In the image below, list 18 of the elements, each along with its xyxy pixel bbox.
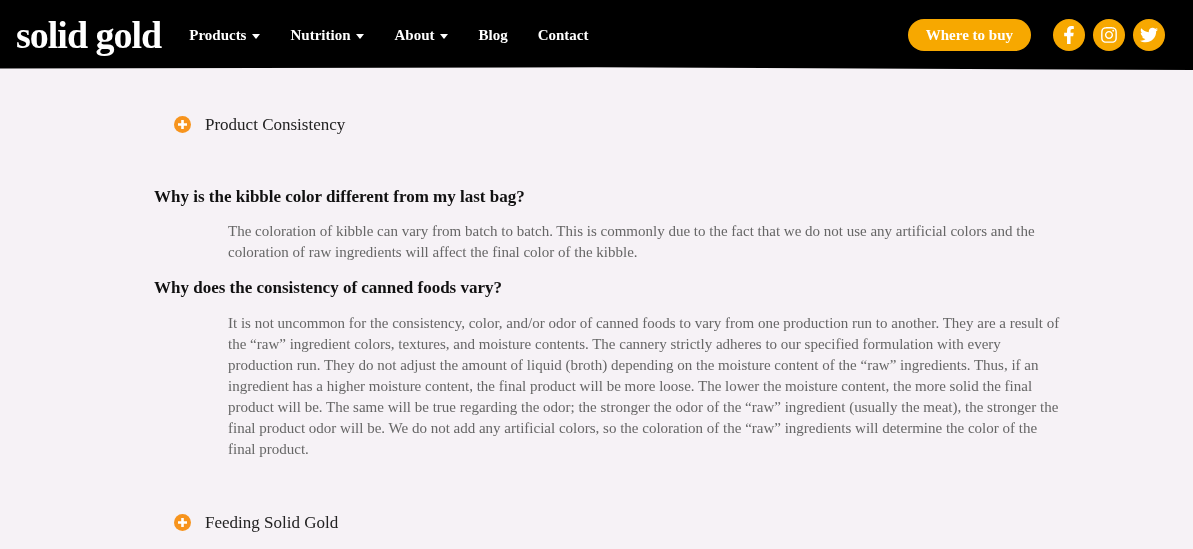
section-title[interactable]: Product Consistency xyxy=(205,112,346,138)
nav-link[interactable]: Blog xyxy=(478,23,508,47)
nav-link[interactable]: About xyxy=(394,23,449,47)
faq-question: Why is the kibble color different from my last bag? xyxy=(154,185,526,208)
facebook-icon[interactable] xyxy=(1053,19,1085,51)
twitter-icon[interactable] xyxy=(1133,19,1165,51)
faq-question: Why does the consistency of canned foods vary? xyxy=(154,277,504,299)
caret-icon xyxy=(440,33,449,39)
faq-answer: The coloration of kibble can vary from batch to batch. This is commonly due to the fact that we do not use any artificial colors and the coloration of raw ingredients will affect the final color of the kibble. xyxy=(227,222,1036,262)
nav-link[interactable]: Contact xyxy=(537,23,589,47)
instagram-icon[interactable] xyxy=(1093,19,1125,51)
nav-link[interactable]: Nutrition xyxy=(290,23,365,47)
faq-answer: It is not uncommon for the consistency, color, and/or odor of canned foods to vary from one production run to another. They are a result of the “raw” ingredient colors, textures, and moisture contents. The cannery strictly adheres to our specified formulation with every production run. They do not adjust the amount of liquid (broth) depending on the moisture content of the “raw” ingredients. Thus, if an ingredient has a higher moisture content, the final product will be more loose. The lower the moisture content, the more solid the final product will be. The same will be true regarding the odor; the stronger the odor of the “raw” ingredient (usually the meat), the stronger the final product odor will be. We do not add any artificial colors, so the coloration of the “raw” ingredients will determine the color of the final product. xyxy=(227,313,1061,459)
logo[interactable]: solid gold xyxy=(16,16,162,54)
caret-icon xyxy=(252,33,261,39)
nav-link[interactable]: Products xyxy=(189,23,261,47)
caret-icon xyxy=(356,33,365,39)
section-title[interactable]: Feeding Solid Gold xyxy=(205,509,339,535)
